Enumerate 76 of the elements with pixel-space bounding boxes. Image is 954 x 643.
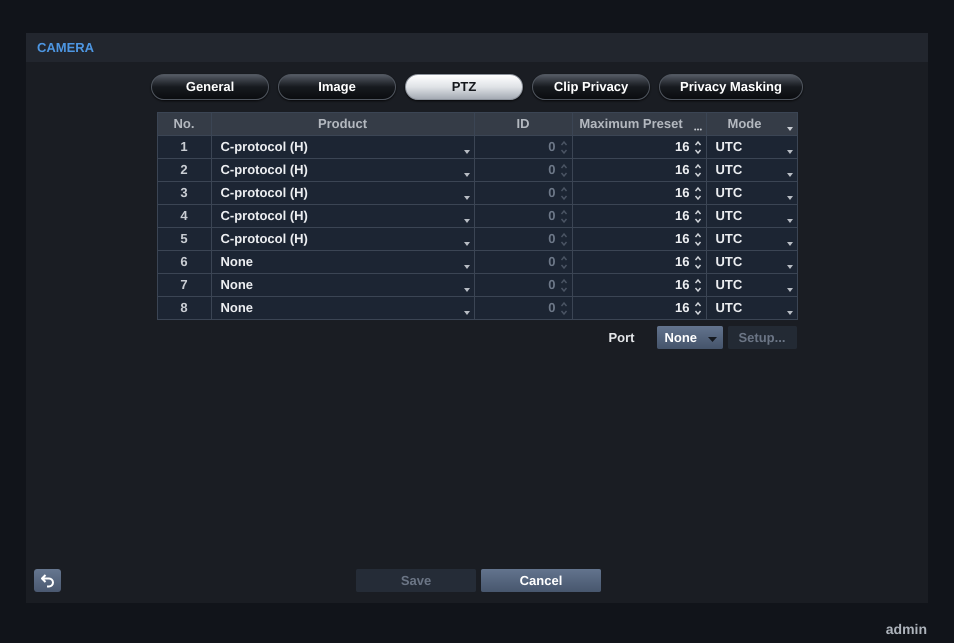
product-dropdown[interactable]: None [212, 297, 474, 319]
product-dropdown[interactable]: C-protocol (H) [212, 136, 474, 158]
caret-icon [786, 311, 792, 315]
mode-dropdown[interactable]: UTC [706, 297, 796, 319]
port-dropdown[interactable]: None [656, 326, 722, 349]
row-number: 8 [158, 297, 212, 320]
spinner-icon[interactable] [694, 300, 702, 316]
back-button[interactable] [34, 569, 61, 592]
tab[interactable]: Clip Privacy [532, 74, 650, 100]
tab[interactable]: General [151, 74, 270, 100]
mode-dropdown[interactable]: UTC [706, 228, 796, 250]
caret-icon [464, 173, 470, 177]
row-number: 6 [158, 251, 212, 274]
caret-icon [464, 265, 470, 269]
product-dropdown[interactable]: C-protocol (H) [212, 228, 474, 250]
product-dropdown[interactable]: C-protocol (H) [212, 182, 474, 204]
mode-dropdown[interactable]: UTC [706, 274, 796, 296]
product-dropdown[interactable]: None [212, 251, 474, 273]
caret-icon [464, 242, 470, 246]
caret-icon [464, 219, 470, 223]
caret-icon [464, 311, 470, 315]
tab[interactable]: Privacy Masking [659, 74, 803, 100]
ellipsis-icon[interactable] [694, 128, 702, 131]
spinner-icon[interactable] [694, 140, 702, 154]
row-number: 1 [158, 136, 212, 159]
caret-icon [786, 127, 792, 131]
spinner-icon[interactable] [694, 208, 702, 224]
spinner-icon[interactable] [694, 186, 702, 200]
preset-spin-field[interactable]: 16 [572, 136, 706, 158]
mode-dropdown[interactable]: UTC [706, 159, 796, 181]
footer-button[interactable]: Cancel [481, 569, 601, 592]
caret-icon [786, 173, 792, 177]
preset-spin-field[interactable]: 16 [572, 297, 706, 319]
column-title: Maximum Preset [578, 115, 684, 134]
caret-icon [464, 150, 470, 154]
window-title: CAMERA [37, 38, 94, 57]
spinner-icon[interactable] [694, 254, 702, 270]
undo-arrow-icon [40, 573, 55, 588]
caret-icon [786, 265, 792, 269]
tab[interactable]: Image [278, 74, 396, 100]
preset-spin-field[interactable]: 16 [572, 205, 706, 227]
column-title: Mode [726, 115, 762, 134]
caret-icon [786, 196, 792, 200]
caret-icon [464, 288, 470, 292]
preset-spin-field[interactable]: 16 [572, 274, 706, 296]
column-header: ID [474, 113, 572, 136]
row-number: 3 [158, 182, 212, 205]
product-dropdown[interactable]: None [212, 274, 474, 296]
mode-dropdown[interactable]: UTC [706, 251, 796, 273]
caret-icon [464, 196, 470, 200]
preset-spin-field[interactable]: 16 [572, 228, 706, 250]
product-dropdown[interactable]: C-protocol (H) [212, 205, 474, 227]
column-header: Product [212, 113, 474, 136]
caret-icon [786, 242, 792, 246]
spinner-icon[interactable] [694, 278, 702, 292]
tab[interactable]: PTZ [405, 74, 524, 100]
caret-icon [708, 337, 716, 342]
caret-icon [786, 288, 792, 292]
row-number: 4 [158, 205, 212, 228]
preset-spin-field[interactable]: 16 [572, 159, 706, 181]
mode-dropdown[interactable]: UTC [706, 182, 796, 204]
user-name: admin [886, 620, 927, 639]
spinner-icon[interactable] [694, 162, 702, 178]
caret-icon [786, 219, 792, 223]
row-number: 2 [158, 159, 212, 182]
spinner-icon[interactable] [694, 232, 702, 246]
preset-spin-field[interactable]: 16 [572, 251, 706, 273]
port-label: Port [608, 328, 634, 347]
row-number: 5 [158, 228, 212, 251]
row-number: 7 [158, 274, 212, 297]
mode-dropdown[interactable]: UTC [706, 205, 796, 227]
column-header: No. [158, 113, 212, 136]
product-dropdown[interactable]: C-protocol (H) [212, 159, 474, 181]
caret-icon [786, 150, 792, 154]
mode-dropdown[interactable]: UTC [706, 136, 796, 158]
preset-spin-field[interactable]: 16 [572, 182, 706, 204]
